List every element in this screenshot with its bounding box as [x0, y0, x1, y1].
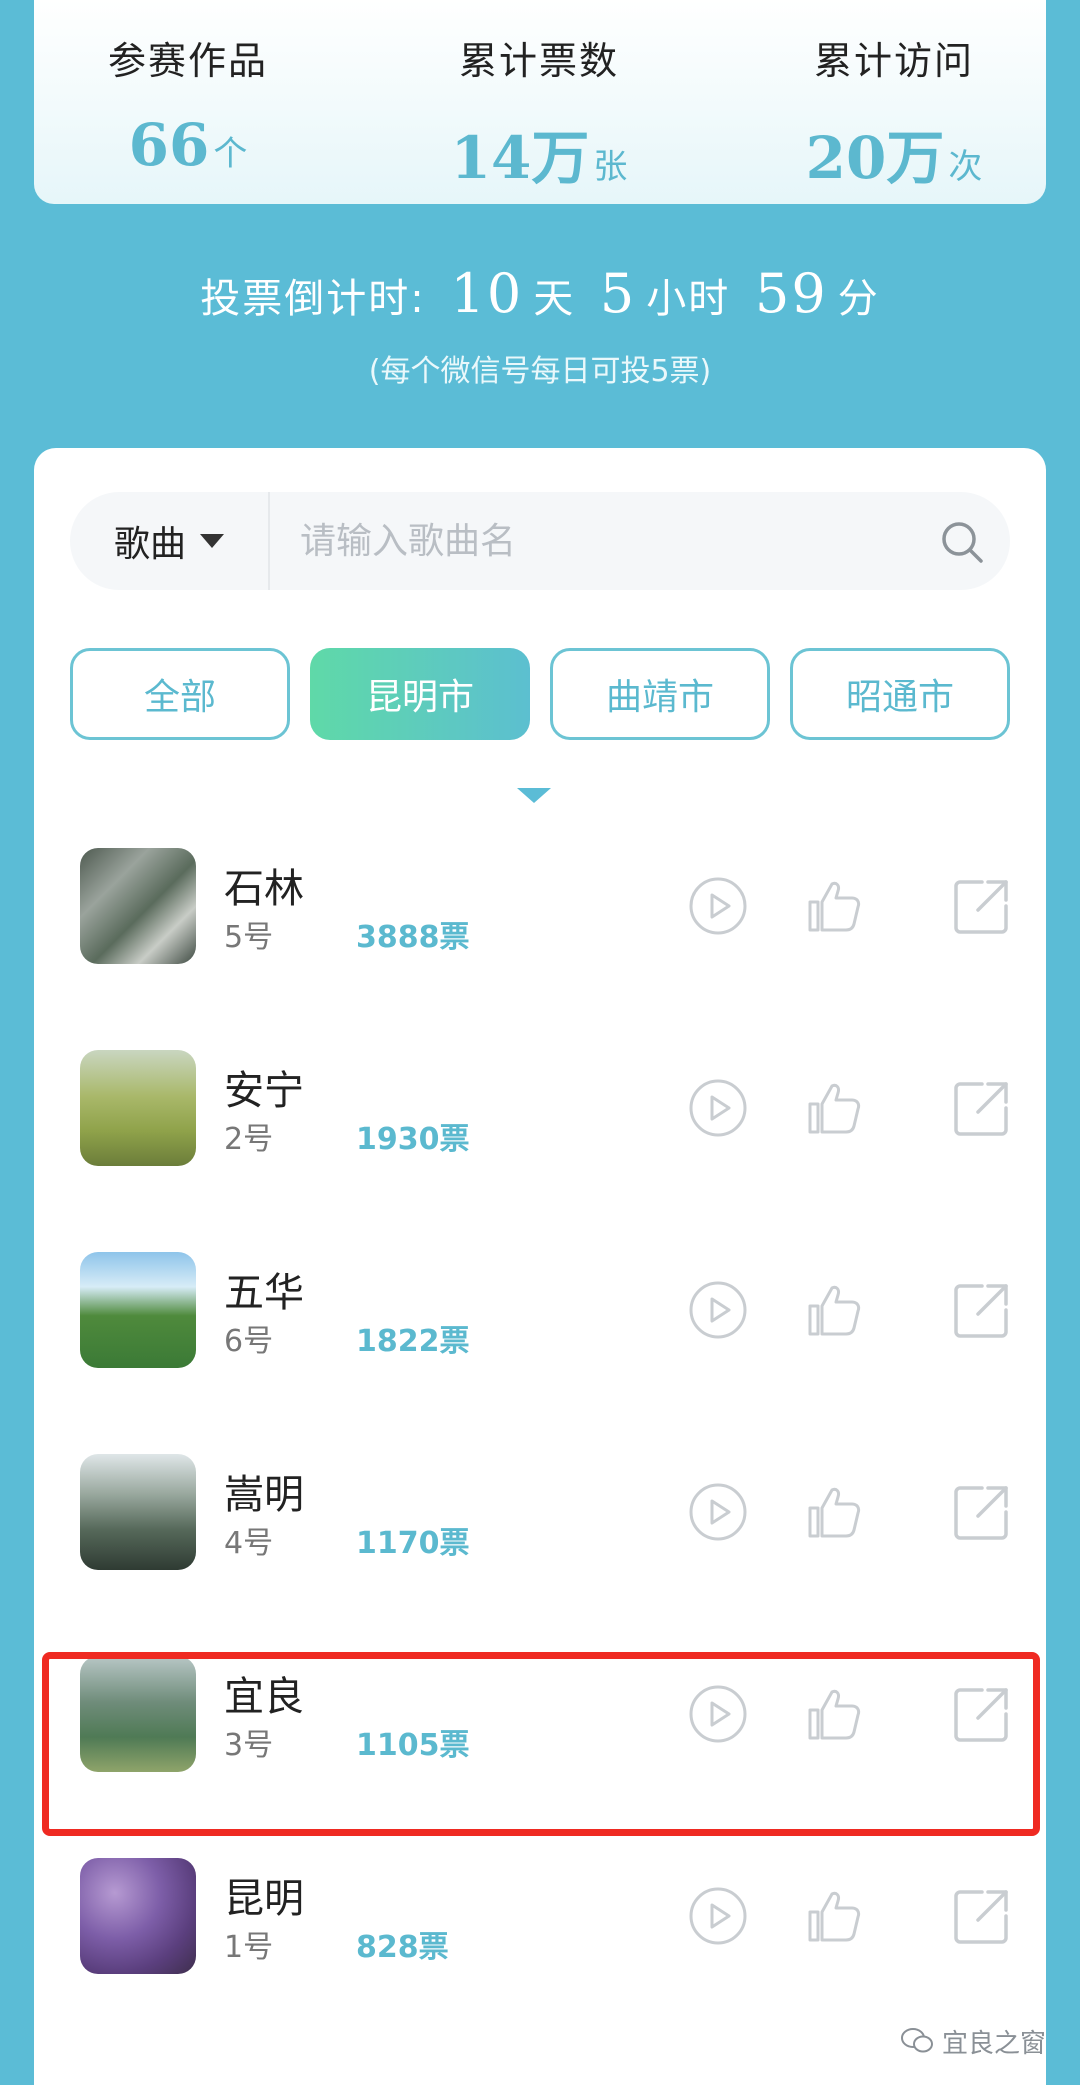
song-votes: 1170票 [356, 1526, 470, 1561]
play-icon[interactable] [688, 1078, 748, 1138]
stat-visits: 累计访问 20万次 [794, 30, 994, 195]
song-number: 5号 [224, 920, 274, 955]
stat-label: 参赛作品 [108, 39, 269, 83]
search-icon[interactable] [938, 518, 986, 566]
song-name: 嵩明 [224, 1472, 304, 1518]
thumbs-up-icon[interactable] [804, 1078, 864, 1138]
thumbs-up-icon[interactable] [804, 1684, 864, 1744]
song-name: 石林 [224, 866, 304, 912]
song-number: 2号 [224, 1122, 274, 1157]
tab-kunming[interactable]: 昆明市 [310, 648, 530, 740]
share-icon[interactable] [952, 1482, 1012, 1542]
vote-countdown: 投票倒计时: 10 天 5 小时 59 分 [200, 262, 880, 325]
song-number: 1号 [224, 1930, 274, 1965]
play-icon[interactable] [688, 1886, 748, 1946]
vote-rule-text: (每个微信号每日可投5票) [368, 354, 712, 389]
active-tab-indicator [517, 788, 551, 803]
tab-zhaotong[interactable]: 昭通市 [790, 648, 1010, 740]
list-item[interactable]: 安宁 2号 1930票 [34, 1050, 1046, 1252]
thumbs-up-icon[interactable] [804, 1886, 864, 1946]
play-icon[interactable] [688, 1684, 748, 1744]
song-thumbnail [80, 1050, 196, 1166]
list-item[interactable]: 五华 6号 1822票 [34, 1252, 1046, 1454]
song-list-card: 歌曲 全部 昆明市 曲靖市 昭通市 石林 5号 3888票 [34, 448, 1046, 2085]
watermark: 宜良之窗 [900, 2021, 1046, 2061]
song-name: 昆明 [224, 1876, 304, 1922]
thumbs-up-icon[interactable] [804, 1482, 864, 1542]
song-number: 3号 [224, 1728, 274, 1763]
song-votes: 828票 [356, 1930, 449, 1965]
share-icon[interactable] [952, 876, 1012, 936]
song-thumbnail [80, 1656, 196, 1772]
song-name: 安宁 [224, 1068, 304, 1114]
song-votes: 1930票 [356, 1122, 470, 1157]
caret-down-icon [200, 534, 224, 548]
search-type-label: 歌曲 [113, 524, 186, 565]
song-votes: 1822票 [356, 1324, 470, 1359]
stat-label: 累计访问 [813, 39, 974, 83]
watermark-text: 宜良之窗 [941, 2028, 1046, 2059]
song-name: 宜良 [224, 1674, 304, 1720]
stat-label: 累计票数 [458, 39, 619, 83]
play-icon[interactable] [688, 876, 748, 936]
stat-value: 66 个 [128, 111, 248, 179]
play-icon[interactable] [688, 1482, 748, 1542]
share-icon[interactable] [952, 1280, 1012, 1340]
stats-card: 参赛作品 66 个 累计票数 14万张 累计访问 20万次 [34, 0, 1046, 204]
thumbs-up-icon[interactable] [804, 876, 864, 936]
tab-all[interactable]: 全部 [70, 648, 290, 740]
tab-qujing[interactable]: 曲靖市 [550, 648, 770, 740]
song-number: 4号 [224, 1526, 274, 1561]
song-votes: 1105票 [356, 1728, 470, 1763]
song-votes: 3888票 [356, 920, 470, 955]
play-icon[interactable] [688, 1280, 748, 1340]
song-number: 6号 [224, 1324, 274, 1359]
search-input[interactable] [300, 512, 900, 570]
song-name: 五华 [224, 1270, 304, 1316]
song-thumbnail [80, 1252, 196, 1368]
list-item[interactable]: 宜良 3号 1105票 [34, 1656, 1046, 1858]
song-thumbnail [80, 1858, 196, 1974]
stat-value: 20万次 [805, 124, 983, 192]
share-icon[interactable] [952, 1078, 1012, 1138]
song-thumbnail [80, 1454, 196, 1570]
region-tabs: 全部 昆明市 曲靖市 昭通市 [70, 648, 1014, 740]
share-icon[interactable] [952, 1886, 1012, 1946]
search-bar: 歌曲 [70, 492, 1010, 590]
list-item[interactable]: 嵩明 4号 1170票 [34, 1454, 1046, 1656]
stat-value: 14万张 [450, 124, 628, 192]
share-icon[interactable] [952, 1684, 1012, 1744]
thumbs-up-icon[interactable] [804, 1280, 864, 1340]
search-type-dropdown[interactable]: 歌曲 [70, 492, 270, 590]
song-thumbnail [80, 848, 196, 964]
stat-entries: 参赛作品 66 个 [108, 30, 268, 179]
wechat-icon [900, 2028, 933, 2053]
list-item[interactable]: 昆明 1号 828票 [34, 1858, 1046, 2060]
list-item[interactable]: 石林 5号 3888票 [34, 848, 1046, 1050]
stat-votes: 累计票数 14万张 [439, 30, 639, 195]
